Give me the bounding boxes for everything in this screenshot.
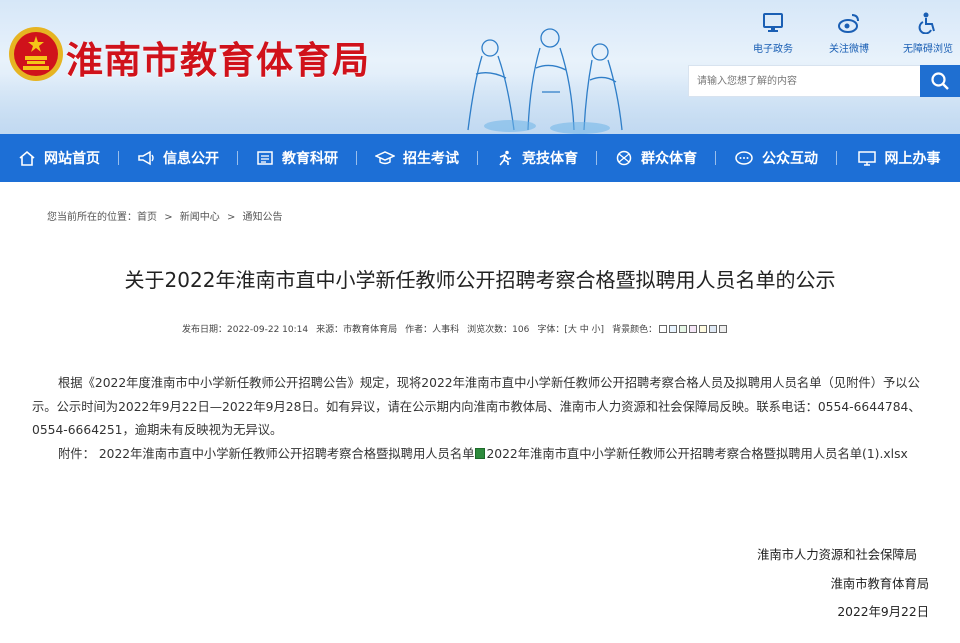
home-icon: [19, 150, 35, 166]
view-count: 浏览次数：106: [467, 325, 530, 335]
desktop-icon: [857, 151, 876, 166]
quick-link-label: 电子政务: [753, 44, 793, 55]
monitor-icon: [763, 13, 783, 32]
megaphone-icon: [138, 150, 154, 166]
attachment-link[interactable]: 2022年淮南市直中小学新任教师公开招聘考察合格暨拟聘用人员名单(1).xlsx: [486, 447, 907, 461]
breadcrumb-notices[interactable]: 通知公告: [243, 212, 283, 223]
ball-icon: [616, 150, 632, 166]
bg-color-swatch[interactable]: [719, 324, 728, 333]
breadcrumb-prefix: 您当前所在的位置：: [47, 212, 137, 223]
quick-link-weibo[interactable]: 关注微博: [814, 12, 884, 56]
chat-icon: [735, 151, 753, 165]
national-emblem-icon: [9, 27, 63, 81]
bg-color-swatch[interactable]: [669, 324, 678, 333]
search-box: [688, 65, 960, 97]
nav-item-interaction[interactable]: 公众互动: [716, 134, 836, 182]
attachment-label: 附件：: [58, 446, 95, 461]
nav-label: 群众体育: [641, 151, 697, 167]
quick-link-accessibility[interactable]: 无障碍浏览: [893, 12, 960, 56]
site-header: 淮南市教育体育局 电子政务 关注微博 无障碍浏览 请输入您想了解的内容: [0, 0, 960, 134]
article-paragraph: 根据《2022年度淮南市中小学新任教师公开招聘公告》规定，现将2022年淮南市直…: [32, 376, 921, 437]
document-icon: [257, 151, 273, 165]
search-input[interactable]: [689, 66, 921, 96]
signature-hrss: 淮南市人力资源和社会保障局: [757, 548, 917, 562]
main-nav: 网站首页 信息公开 教育科研 招生考试 竞技体育 群众体育 公众互动 网上办事: [0, 134, 960, 182]
sculpture-illustration: [467, 28, 623, 134]
nav-label: 招生考试: [403, 151, 459, 167]
nav-label: 信息公开: [163, 151, 219, 167]
bg-color-swatch[interactable]: [679, 324, 688, 333]
article-body: 根据《2022年度淮南市中小学新任教师公开招聘公告》规定，现将2022年淮南市直…: [32, 372, 932, 466]
bg-color-swatch[interactable]: [689, 324, 698, 333]
nav-item-public-sports[interactable]: 群众体育: [597, 134, 715, 182]
quick-link-label: 无障碍浏览: [903, 44, 953, 55]
attachment-line: 附件： 2022年淮南市直中小学新任教师公开招聘考察合格暨拟聘用人员名单 2022…: [32, 443, 932, 467]
nav-label: 网上办事: [884, 151, 941, 167]
signature-edu-bureau: 淮南市教育体育局: [830, 577, 929, 591]
bg-color-swatches: [659, 324, 729, 333]
search-icon: [931, 72, 949, 90]
quick-link-label: 关注微博: [829, 44, 869, 55]
site-title[interactable]: 淮南市教育体育局: [66, 30, 370, 84]
runner-icon: [499, 150, 512, 166]
attachment-name: 2022年淮南市直中小学新任教师公开招聘考察合格暨拟聘用人员名单: [98, 446, 475, 461]
breadcrumb-separator: >: [226, 212, 236, 223]
nav-label: 公众互动: [762, 151, 818, 167]
graduation-cap-icon: [375, 151, 395, 165]
publish-date: 发布日期：2022-09-22 10:14: [182, 325, 309, 335]
weibo-icon: [838, 14, 859, 33]
breadcrumb-news-center[interactable]: 新闻中心: [180, 212, 220, 223]
quick-link-egov[interactable]: 电子政务: [738, 12, 808, 56]
breadcrumb-separator: >: [164, 212, 173, 223]
accessibility-icon: [918, 12, 935, 34]
nav-label: 网站首页: [44, 151, 100, 167]
bg-color-label: 背景颜色：: [612, 325, 658, 335]
nav-item-info[interactable]: 信息公开: [119, 134, 237, 182]
nav-item-research[interactable]: 教育科研: [238, 134, 356, 182]
signature-date: 2022年9月22日: [837, 605, 929, 619]
nav-item-online-services[interactable]: 网上办事: [837, 134, 960, 182]
bg-color-swatch[interactable]: [709, 324, 718, 333]
article-source: 来源：市教育体育局: [316, 325, 398, 335]
bg-color-swatch[interactable]: [699, 324, 708, 333]
article-author: 作者：人事科: [405, 325, 460, 335]
nav-item-exams[interactable]: 招生考试: [357, 134, 477, 182]
bg-color-swatch[interactable]: [659, 324, 668, 333]
breadcrumb: 您当前所在的位置：首页 > 新闻中心 > 通知公告: [47, 208, 287, 223]
search-button[interactable]: [920, 65, 960, 97]
nav-label: 竞技体育: [522, 151, 578, 167]
breadcrumb-home[interactable]: 首页: [137, 212, 157, 223]
excel-file-icon: [475, 447, 486, 459]
nav-item-competitive-sports[interactable]: 竞技体育: [478, 134, 596, 182]
nav-label: 教育科研: [282, 151, 338, 167]
article-title: 关于2022年淮南市直中小学新任教师公开招聘考察合格暨拟聘用人员名单的公示: [124, 268, 836, 292]
nav-item-home[interactable]: 网站首页: [0, 134, 118, 182]
article-content: 您当前所在的位置：首页 > 新闻中心 > 通知公告 关于2022年淮南市直中小学…: [0, 182, 960, 643]
font-size-switch[interactable]: 字体：[大 中 小]: [537, 322, 604, 335]
article-meta: 发布日期：2022-09-22 10:14 来源：市教育体育局 作者：人事科 浏…: [182, 322, 737, 335]
